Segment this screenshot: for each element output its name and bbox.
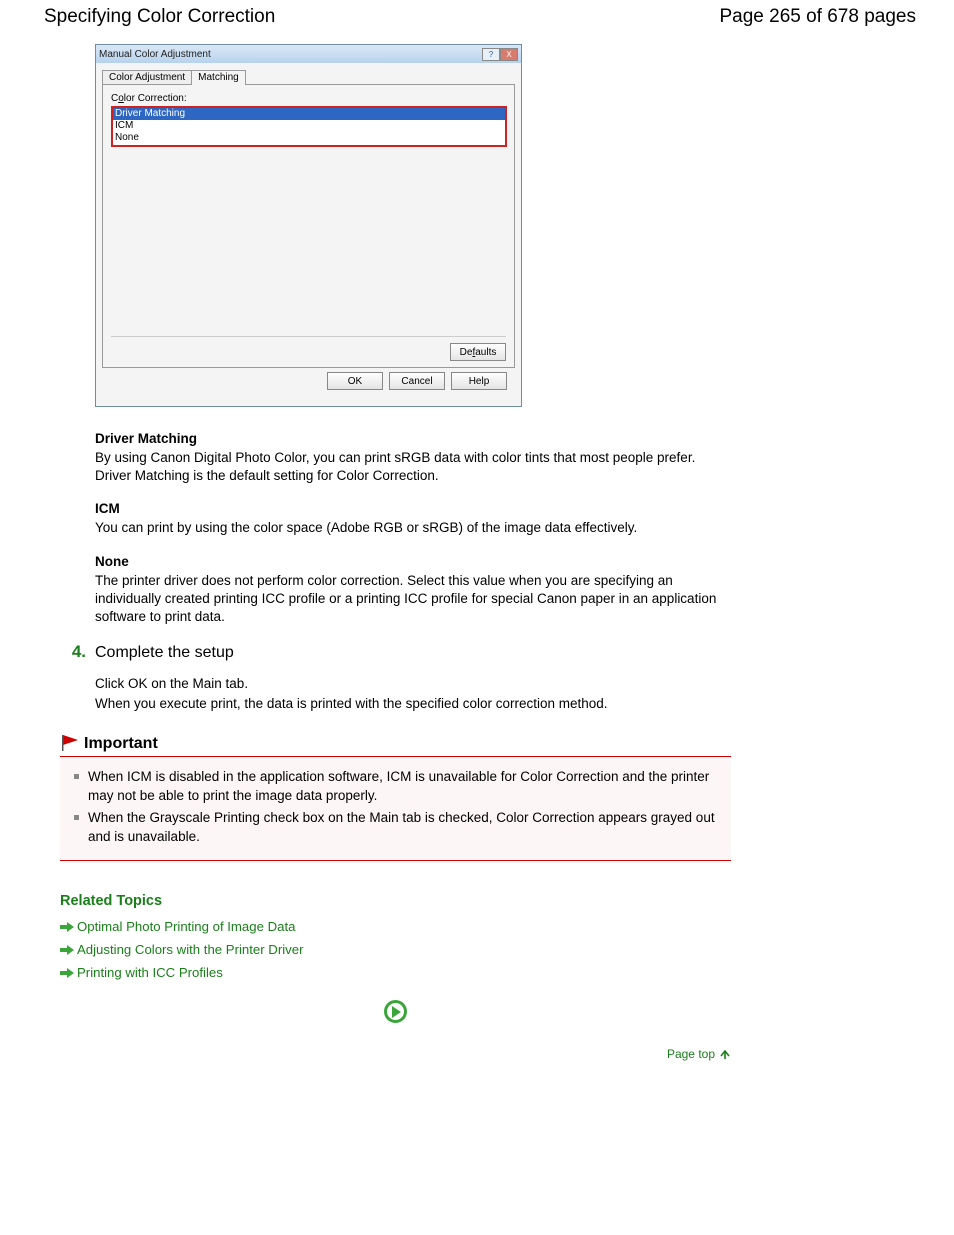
matching-tab-panel: Color Correction: Driver Matching ICM No… — [102, 84, 515, 368]
related-link-2-text: Adjusting Colors with the Printer Driver — [77, 942, 303, 957]
step-title: Complete the setup — [95, 644, 234, 662]
page-top-text: Page top — [667, 1047, 715, 1061]
option-driver-matching[interactable]: Driver Matching — [113, 108, 505, 120]
ok-button[interactable]: OK — [327, 372, 383, 390]
option-none[interactable]: None — [113, 132, 505, 144]
step-4: 4. Complete the setup — [60, 642, 921, 662]
def-icm-title: ICM — [95, 501, 731, 516]
step-body: Click OK on the Main tab. When you execu… — [95, 674, 921, 713]
dialog-titlebar: Manual Color Adjustment ? X — [96, 45, 521, 63]
cancel-button[interactable]: Cancel — [389, 372, 445, 390]
option-icm[interactable]: ICM — [113, 120, 505, 132]
page-header: Specifying Color Correction Page 265 of … — [0, 0, 954, 34]
play-icon[interactable] — [384, 1000, 407, 1023]
color-correction-label: Color Correction: — [111, 93, 506, 104]
tab-matching[interactable]: Matching — [191, 70, 246, 85]
help-button[interactable]: Help — [451, 372, 507, 390]
tab-color-adjustment[interactable]: Color Adjustment — [102, 70, 192, 85]
titlebar-controls: ? X — [482, 48, 518, 61]
manual-color-adjustment-dialog: Manual Color Adjustment ? X Color Adjust… — [95, 44, 522, 407]
chevron-up-icon — [719, 1048, 731, 1060]
step-number: 4. — [60, 642, 86, 662]
important-item-1: When ICM is disabled in the application … — [70, 768, 721, 806]
related-link-1-text: Optimal Photo Printing of Image Data — [77, 919, 295, 934]
related-link-2[interactable]: Adjusting Colors with the Printer Driver — [60, 942, 921, 957]
tab-list: Color Adjustment Matching — [102, 69, 515, 84]
important-body: When ICM is disabled in the application … — [60, 757, 731, 861]
play-triangle-icon — [392, 1006, 401, 1018]
important-label: Important — [84, 735, 158, 753]
def-none-body: The printer driver does not perform colo… — [95, 572, 731, 627]
def-icm-body: You can print by using the color space (… — [95, 519, 731, 537]
definitions: Driver Matching By using Canon Digital P… — [95, 407, 921, 626]
important-box: Important When ICM is disabled in the ap… — [60, 733, 731, 861]
arrow-icon — [60, 922, 74, 932]
dialog-footer: OK Cancel Help — [102, 368, 515, 398]
related-link-3-text: Printing with ICC Profiles — [77, 965, 223, 980]
important-header: Important — [60, 733, 731, 757]
related-link-3[interactable]: Printing with ICC Profiles — [60, 965, 921, 980]
content-area: Manual Color Adjustment ? X Color Adjust… — [0, 34, 921, 1061]
related-topics-title: Related Topics — [60, 893, 921, 909]
help-icon[interactable]: ? — [482, 48, 500, 61]
close-icon[interactable]: X — [500, 48, 518, 61]
dialog-body: Color Adjustment Matching Color Correcti… — [96, 63, 521, 406]
step-line-2: When you execute print, the data is prin… — [95, 694, 921, 714]
related-link-1[interactable]: Optimal Photo Printing of Image Data — [60, 919, 921, 934]
go-button-row — [60, 1000, 731, 1023]
important-item-2: When the Grayscale Printing check box on… — [70, 809, 721, 847]
arrow-icon — [60, 945, 74, 955]
page-top-link[interactable]: Page top — [60, 1047, 731, 1061]
color-correction-listbox[interactable]: Driver Matching ICM None — [111, 106, 507, 147]
defaults-button[interactable]: Defaults — [450, 343, 506, 361]
page-title: Specifying Color Correction — [44, 6, 275, 28]
def-driver-matching-title: Driver Matching — [95, 431, 731, 446]
def-none-title: None — [95, 554, 731, 569]
arrow-icon — [60, 968, 74, 978]
page-number: Page 265 of 678 pages — [719, 6, 916, 28]
related-topics: Related Topics Optimal Photo Printing of… — [60, 893, 921, 980]
flag-icon — [60, 733, 84, 754]
dialog-title: Manual Color Adjustment — [99, 49, 211, 60]
defaults-row: Defaults — [111, 336, 506, 361]
def-driver-matching-body: By using Canon Digital Photo Color, you … — [95, 449, 731, 485]
step-line-1: Click OK on the Main tab. — [95, 674, 921, 694]
